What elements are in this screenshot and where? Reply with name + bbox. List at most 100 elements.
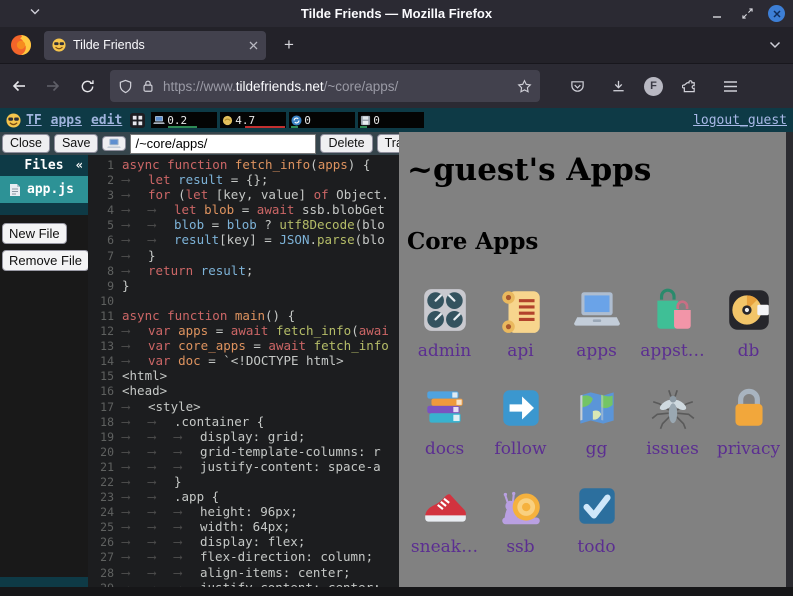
extensions-puzzle-icon[interactable] [674, 71, 704, 101]
titlebar-chevron-icon[interactable] [30, 8, 40, 15]
app-item-issues[interactable]: issues [635, 379, 710, 474]
forward-button[interactable] [38, 71, 68, 101]
app-item-db[interactable]: db [711, 281, 786, 376]
line-number: 8 [88, 264, 114, 279]
line-number: 21 [88, 460, 114, 475]
shield-icon[interactable] [118, 79, 133, 94]
bookmark-star-icon[interactable] [517, 79, 532, 94]
floppy-icon [360, 115, 371, 126]
tab-whitespace-icon: ⟶ [122, 565, 148, 580]
status-gauges: 0.24.700 [151, 112, 424, 128]
app-item-admin[interactable]: admin [407, 281, 482, 376]
tab-whitespace-icon: ⟶ [122, 353, 148, 368]
minimize-button[interactable] [708, 5, 726, 23]
app-label: docs [425, 439, 464, 459]
path-input[interactable] [130, 134, 316, 154]
tab-close-icon[interactable] [249, 41, 258, 50]
new-tab-button[interactable]: + [276, 32, 302, 58]
content-scrollbar[interactable] [786, 132, 793, 587]
lock-icon [724, 383, 774, 433]
tf-link-apps[interactable]: apps [51, 113, 82, 128]
url-prefix: https://www. [163, 79, 236, 94]
code-line-26: 26⟶⟶⟶display: flex; [88, 534, 399, 549]
tab-whitespace-icon: ⟶ [174, 534, 200, 549]
url-text[interactable]: https://www.tildefriends.net/~core/apps/ [163, 79, 517, 94]
tab-whitespace-icon: ⟶ [122, 504, 148, 519]
close-button[interactable]: Close [2, 134, 50, 153]
tab-whitespace-icon: ⟶ [148, 217, 174, 232]
tf-link-edit[interactable]: edit [91, 113, 122, 128]
remove-file-button[interactable]: Remove File [2, 250, 89, 271]
line-number: 28 [88, 566, 114, 581]
line-number: 19 [88, 430, 114, 445]
line-number: 24 [88, 505, 114, 520]
new-file-button[interactable]: New File [2, 223, 67, 244]
checkbox-icon [572, 481, 622, 531]
app-item-appst[interactable]: appst… [635, 281, 710, 376]
pocket-icon[interactable] [562, 71, 592, 101]
save-button[interactable]: Save [54, 134, 99, 153]
tab-whitespace-icon: ⟶ [148, 474, 174, 489]
gauge-value: 0 [304, 115, 311, 126]
line-number: 20 [88, 445, 114, 460]
menu-hamburger-icon[interactable] [715, 71, 745, 101]
list-all-tabs-chevron-icon[interactable] [769, 41, 781, 49]
reload-button[interactable] [72, 71, 102, 101]
apps-grid-icon[interactable] [130, 113, 145, 128]
collapse-panel-icon[interactable]: « [76, 158, 83, 172]
preview-button[interactable] [102, 136, 126, 151]
code-editor[interactable]: 1async function fetch_info(apps) {2⟶let … [88, 155, 399, 587]
tab-whitespace-icon: ⟶ [148, 232, 174, 247]
app-item-ssb[interactable]: ssb [483, 477, 558, 572]
tab-whitespace-icon: ⟶ [122, 338, 148, 353]
file-item-appjs[interactable]: app.js [0, 176, 88, 203]
downloads-icon[interactable] [603, 71, 633, 101]
tab-whitespace-icon: ⟶ [148, 519, 174, 534]
code-line-15: 15<html> [88, 368, 399, 383]
code-line-13: 13⟶var core_apps = await fetch_info [88, 338, 399, 353]
app-item-gg[interactable]: gg [559, 379, 634, 474]
browser-window: Tilde Friends — Mozilla Firefox [0, 0, 793, 596]
code-line-6: 6⟶⟶result[key] = JSON.parse(blo [88, 232, 399, 247]
app-item-docs[interactable]: docs [407, 379, 482, 474]
file-list: app.js [0, 176, 88, 203]
tab-whitespace-icon: ⟶ [122, 399, 148, 414]
line-number: 1 [88, 158, 114, 173]
code-line-7: 7⟶} [88, 248, 399, 263]
scroll-icon [496, 285, 546, 335]
line-number: 12 [88, 324, 114, 339]
code-line-16: 16<head> [88, 383, 399, 398]
app-item-privacy[interactable]: privacy [711, 379, 786, 474]
restore-button[interactable] [738, 5, 756, 23]
tab-whitespace-icon: ⟶ [148, 534, 174, 549]
tab-tilde-friends[interactable]: Tilde Friends [44, 31, 266, 60]
delete-button[interactable]: Delete [320, 134, 372, 153]
app-item-todo[interactable]: todo [559, 477, 634, 572]
tf-link-tf[interactable]: TF [26, 113, 42, 128]
tab-whitespace-icon: ⟶ [122, 580, 148, 587]
line-number: 15 [88, 369, 114, 384]
tab-whitespace-icon: ⟶ [174, 549, 200, 564]
logout-link[interactable]: logout_guest [693, 113, 787, 128]
back-button[interactable] [4, 71, 34, 101]
tab-whitespace-icon: ⟶ [148, 414, 174, 429]
tab-whitespace-icon: ⟶ [174, 580, 200, 587]
firefox-logo-icon[interactable] [10, 34, 32, 56]
app-label: gg [586, 439, 608, 459]
editor-toolbar: Close Save Delete Trace [0, 132, 399, 155]
url-bar[interactable]: https://www.tildefriends.net/~core/apps/ [110, 70, 540, 102]
tab-whitespace-icon: ⟶ [122, 444, 148, 459]
tab-whitespace-icon: ⟶ [122, 202, 148, 217]
code-line-19: 19⟶⟶⟶display: grid; [88, 429, 399, 444]
close-window-button[interactable] [768, 5, 785, 22]
account-button[interactable]: F [644, 77, 663, 96]
lock-icon[interactable] [141, 79, 155, 93]
tab-whitespace-icon: ⟶ [148, 549, 174, 564]
line-number: 14 [88, 354, 114, 369]
app-item-apps[interactable]: apps [559, 281, 634, 376]
mosquito-icon [648, 383, 698, 433]
app-item-sneak[interactable]: sneak… [407, 477, 482, 572]
app-item-api[interactable]: api [483, 281, 558, 376]
snail-icon [496, 481, 546, 531]
app-item-follow[interactable]: follow [483, 379, 558, 474]
